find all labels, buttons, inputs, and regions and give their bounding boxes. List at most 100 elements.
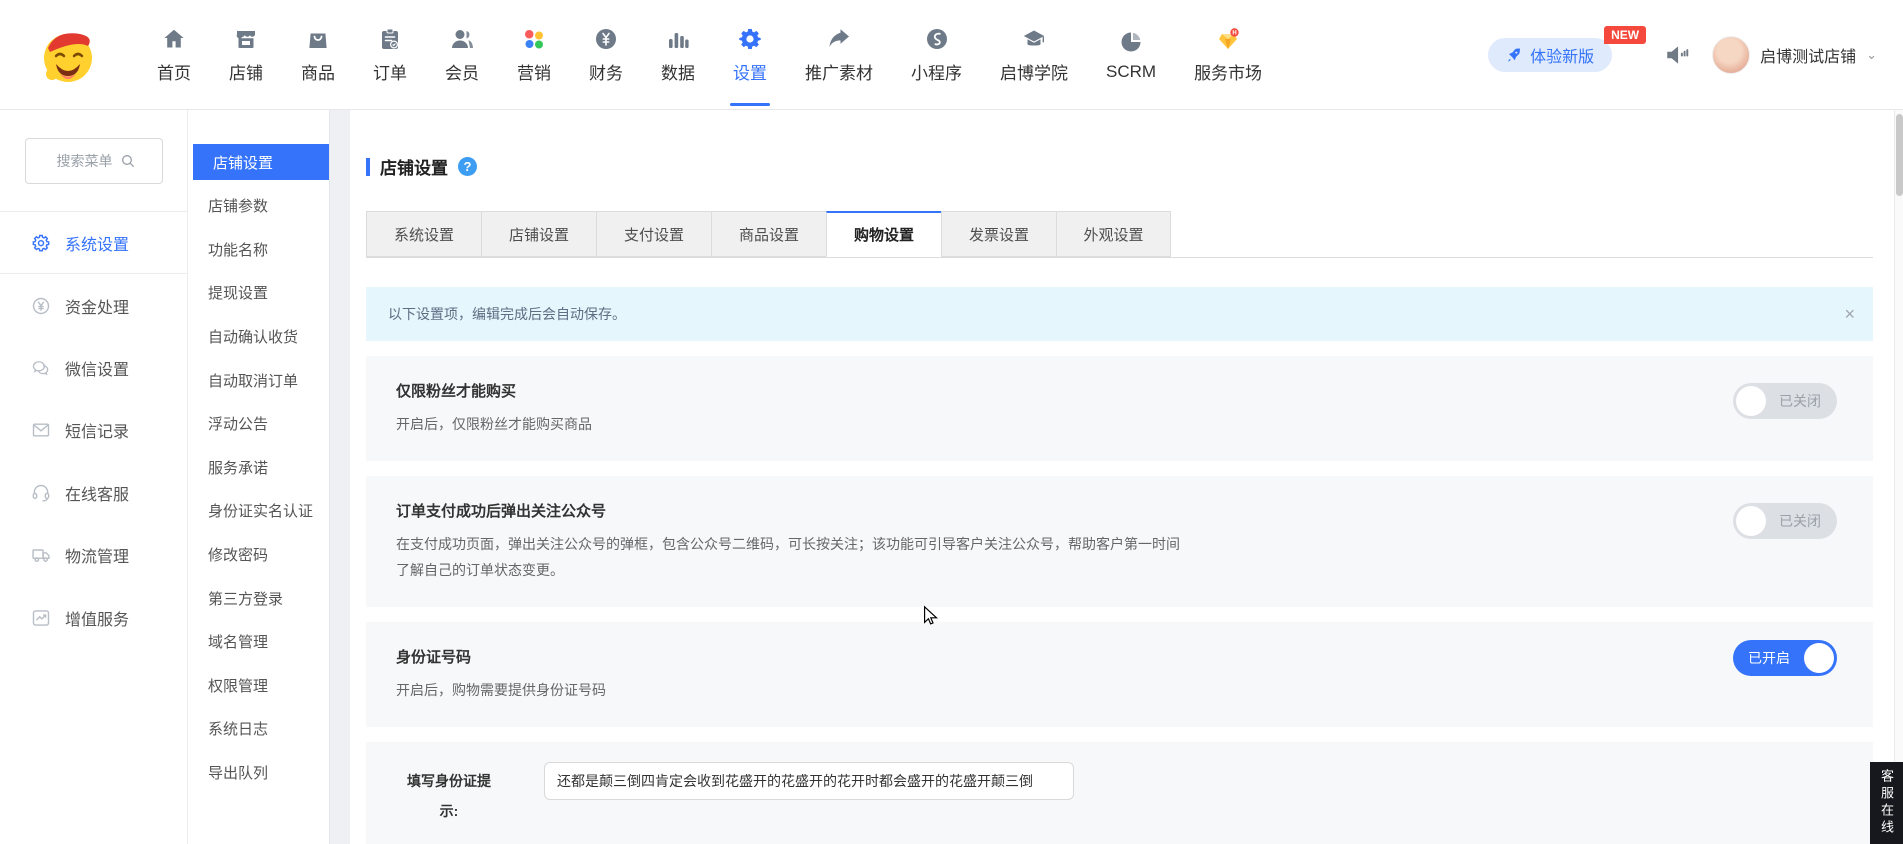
- announcement-speaker-icon[interactable]: [1664, 42, 1690, 68]
- sidebar-item-label: 短信记录: [65, 418, 129, 442]
- nav-item-scrm[interactable]: SCRM: [1087, 0, 1175, 110]
- id-number-toggle[interactable]: 已开启: [1733, 640, 1837, 676]
- vertical-scrollbar[interactable]: [1894, 110, 1903, 844]
- sidebar-item-system-settings[interactable]: 系统设置: [0, 212, 187, 274]
- tab-invoice-settings[interactable]: 发票设置: [941, 211, 1056, 257]
- tab-system-settings[interactable]: 系统设置: [366, 211, 481, 257]
- submenu-item-third-party-login[interactable]: 第三方登录: [188, 576, 329, 620]
- submenu-item-floating-notice[interactable]: 浮动公告: [188, 402, 329, 446]
- submenu-item-domain[interactable]: 域名管理: [188, 620, 329, 664]
- setting-row-follow-popup: 订单支付成功后弹出关注公众号 在支付成功页面，弹出关注公众号的弹框，包含公众号二…: [366, 476, 1873, 607]
- setting-title: 订单支付成功后弹出关注公众号: [396, 500, 1843, 521]
- wechat-icon: [30, 357, 52, 379]
- submenu-item-withdrawal[interactable]: 提现设置: [188, 271, 329, 315]
- setting-row-fans-only: 仅限粉丝才能购买 开启后，仅限粉丝才能购买商品 已关闭: [366, 356, 1873, 461]
- scrm-pie-icon: [1118, 29, 1144, 55]
- submenu-item-shop-params[interactable]: 店铺参数: [188, 184, 329, 228]
- tab-shopping-settings[interactable]: 购物设置: [826, 211, 941, 257]
- search-input[interactable]: [26, 139, 162, 183]
- submenu-item-change-password[interactable]: 修改密码: [188, 533, 329, 577]
- settings-submenu: 店铺设置 店铺参数 功能名称 提现设置 自动确认收货 自动取消订单 浮动公告 服…: [188, 110, 330, 844]
- nav-label: 营销: [517, 59, 551, 84]
- scrollbar-thumb[interactable]: [1896, 114, 1903, 196]
- submenu-item-permissions[interactable]: 权限管理: [188, 664, 329, 708]
- finance-yuan-icon: [593, 26, 619, 52]
- submenu-item-feature-names[interactable]: 功能名称: [188, 228, 329, 272]
- tab-shop-settings[interactable]: 店铺设置: [481, 211, 596, 257]
- sidebar-item-wechat[interactable]: 微信设置: [0, 337, 187, 399]
- tab-label: 购物设置: [854, 224, 914, 245]
- settings-gear-icon: [737, 26, 763, 52]
- nav-item-home[interactable]: 首页: [138, 0, 210, 110]
- nav-item-miniprogram[interactable]: 小程序: [892, 0, 981, 110]
- sidebar-item-logistics[interactable]: 物流管理: [0, 524, 187, 586]
- marketing-dots-icon: [521, 26, 547, 52]
- nav-label: 订单: [373, 59, 407, 84]
- submenu-item-auto-cancel[interactable]: 自动取消订单: [188, 358, 329, 402]
- tab-label: 店铺设置: [509, 224, 569, 245]
- fans-only-toggle[interactable]: 已关闭: [1733, 383, 1837, 419]
- submenu-item-label: 系统日志: [208, 718, 268, 739]
- submenu-item-export-queue[interactable]: 导出队列: [188, 751, 329, 795]
- tab-goods-settings[interactable]: 商品设置: [711, 211, 826, 257]
- nav-label: 小程序: [911, 59, 962, 84]
- submenu-item-label: 自动确认收货: [208, 326, 298, 347]
- envelope-icon: [30, 419, 52, 441]
- setting-row-id-prompt: 填写身份证提示:: [366, 742, 1873, 844]
- tab-payment-settings[interactable]: 支付设置: [596, 211, 711, 257]
- primary-sidebar: 系统设置 资金处理 微信设置 短信记录 在线客服: [0, 110, 188, 844]
- nav-item-goods[interactable]: 商品: [282, 0, 354, 110]
- online-service-tab[interactable]: 客服在线: [1870, 762, 1903, 844]
- id-prompt-input[interactable]: [544, 762, 1074, 800]
- close-icon[interactable]: ×: [1844, 305, 1855, 323]
- sidebar-item-sms[interactable]: 短信记录: [0, 399, 187, 461]
- nav-item-settings[interactable]: 设置: [714, 0, 786, 110]
- toggle-knob: [1736, 386, 1766, 416]
- follow-popup-toggle[interactable]: 已关闭: [1733, 503, 1837, 539]
- tab-label: 商品设置: [739, 224, 799, 245]
- setting-description: 开启后，购物需要提供身份证号码: [396, 677, 1186, 703]
- setting-row-id-number: 身份证号码 开启后，购物需要提供身份证号码 已开启: [366, 622, 1873, 727]
- nav-item-members[interactable]: 会员: [426, 0, 498, 110]
- members-icon: [449, 26, 475, 52]
- academy-cap-icon: [1021, 26, 1047, 52]
- try-new-version-label: 体验新版: [1530, 43, 1594, 67]
- banner-text: 以下设置项，编辑完成后会自动保存。: [388, 304, 626, 324]
- rocket-icon: [1506, 47, 1522, 63]
- nav-item-marketing[interactable]: 营销: [498, 0, 570, 110]
- nav-item-finance[interactable]: 财务: [570, 0, 642, 110]
- nav-item-market[interactable]: H 服务市场: [1175, 0, 1281, 110]
- account-menu[interactable]: 启博测试店铺 ⌄: [1712, 36, 1877, 74]
- brand-logo-icon[interactable]: [36, 22, 100, 86]
- online-service-label: 客服在线: [1877, 769, 1896, 837]
- sidebar-item-funds[interactable]: 资金处理: [0, 274, 187, 336]
- miniprogram-icon: [924, 26, 950, 52]
- nav-item-orders[interactable]: 订单: [354, 0, 426, 110]
- try-new-version-button[interactable]: 体验新版 NEW: [1488, 38, 1612, 72]
- tab-appearance-settings[interactable]: 外观设置: [1056, 211, 1171, 257]
- yuan-circle-icon: [30, 295, 52, 317]
- submenu-item-service-promise[interactable]: 服务承诺: [188, 446, 329, 490]
- nav-item-store[interactable]: 店铺: [210, 0, 282, 110]
- nav-item-data[interactable]: 数据: [642, 0, 714, 110]
- sidebar-item-label: 微信设置: [65, 356, 129, 380]
- toggle-knob: [1736, 506, 1766, 536]
- nav-item-promote[interactable]: 推广素材: [786, 0, 892, 110]
- submenu-item-shop-settings[interactable]: 店铺设置: [193, 144, 329, 180]
- nav-label: 设置: [733, 59, 767, 84]
- sidebar-item-value-added[interactable]: 增值服务: [0, 586, 187, 648]
- submenu-item-label: 权限管理: [208, 675, 268, 696]
- submenu-item-label: 修改密码: [208, 544, 268, 565]
- submenu-item-system-log[interactable]: 系统日志: [188, 707, 329, 751]
- tab-label: 发票设置: [969, 224, 1029, 245]
- tab-label: 系统设置: [394, 224, 454, 245]
- setting-description: 开启后，仅限粉丝才能购买商品: [396, 411, 1186, 437]
- nav-item-academy[interactable]: 启博学院: [981, 0, 1087, 110]
- id-prompt-label: 填写身份证提示:: [406, 766, 492, 826]
- app-root: 首页 店铺 商品 订单: [0, 0, 1903, 844]
- sidebar-item-customer-service[interactable]: 在线客服: [0, 462, 187, 524]
- nav-label: 商品: [301, 59, 335, 84]
- submenu-item-id-verification[interactable]: 身份证实名认证: [188, 489, 329, 533]
- submenu-item-auto-confirm[interactable]: 自动确认收货: [188, 315, 329, 359]
- help-icon[interactable]: ?: [458, 157, 477, 176]
